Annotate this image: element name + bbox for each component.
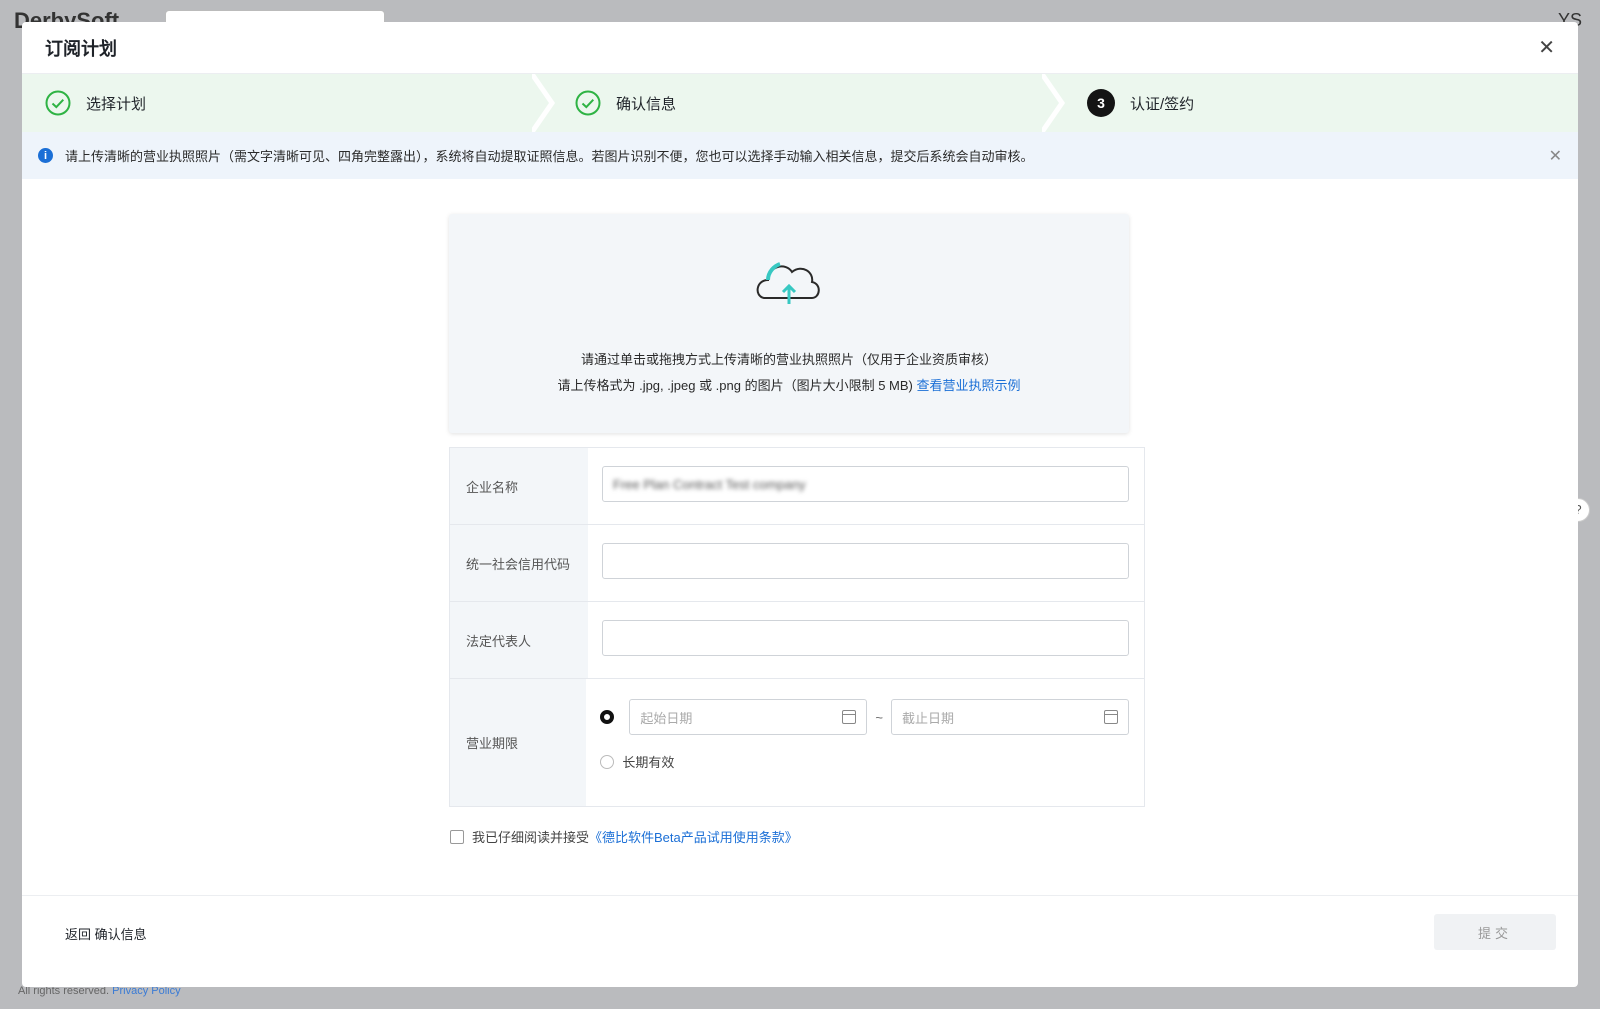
form-row-company: 企业名称 Free Plan Contract Test company <box>450 448 1144 525</box>
company-name-label: 企业名称 <box>450 448 588 524</box>
check-circle-icon <box>45 90 71 116</box>
check-circle-icon <box>575 90 601 116</box>
step-label: 认证/签约 <box>1130 95 1195 113</box>
upload-dropzone[interactable]: 请通过单击或拖拽方式上传清晰的营业执照照片（仅用于企业资质审核） 请上传格式为 … <box>449 214 1129 433</box>
agreement-checkbox[interactable] <box>450 829 464 844</box>
modal-title: 订阅计划 <box>45 38 117 59</box>
step-certify-sign: 3 认证/签约 <box>1062 74 1194 132</box>
calendar-icon <box>842 710 857 724</box>
date-range-row: 起始日期 ~ 截止日期 <box>600 699 1129 735</box>
legal-rep-label: 法定代表人 <box>450 602 588 678</box>
date-range-radio[interactable] <box>600 710 615 724</box>
agreement-row: 我已仔细阅读并接受 《德比软件Beta产品试用使用条款》 <box>450 827 798 846</box>
long-term-row: 长期有效 <box>600 752 1129 771</box>
long-term-radio[interactable] <box>600 754 615 769</box>
view-sample-link[interactable]: 查看营业执照示例 <box>917 378 1021 393</box>
modal-footer: 返回 确认信息 提交 <box>22 895 1578 987</box>
calendar-icon <box>1104 710 1118 724</box>
company-name-value: Free Plan Contract Test company <box>613 476 806 492</box>
modal-header: 订阅计划 ✕ <box>22 22 1578 74</box>
close-alert-icon[interactable]: ✕ <box>1549 146 1562 166</box>
start-date-picker[interactable]: 起始日期 <box>629 699 868 735</box>
date-separator: ~ <box>875 709 883 725</box>
step-confirm-info: 确认信息 <box>552 74 1062 132</box>
step-label: 确认信息 <box>616 95 677 113</box>
info-alert: i 请上传清晰的营业执照照片（需文字清晰可见、四角完整露出），系统将自动提取证照… <box>22 132 1578 179</box>
step-select-plan: 选择计划 <box>22 74 552 132</box>
form-row-business-term: 营业期限 起始日期 ~ 截止日期 长期有效 <box>450 679 1144 806</box>
cloud-upload-icon <box>756 262 820 304</box>
form-row-legal-rep: 法定代表人 <box>450 602 1144 679</box>
terms-link[interactable]: 《德比软件Beta产品试用使用条款》 <box>589 827 798 846</box>
form-row-credit-code: 统一社会信用代码 <box>450 525 1144 602</box>
alert-text: 请上传清晰的营业执照照片（需文字清晰可见、四角完整露出），系统将自动提取证照信息… <box>65 149 1034 164</box>
legal-rep-input[interactable] <box>602 620 1129 656</box>
subscription-modal: 订阅计划 ✕ 选择计划 确认信息 3 认证/签约 i 请上传清晰的营业执照照片（… <box>22 22 1578 987</box>
long-term-label: 长期有效 <box>622 755 675 770</box>
end-date-picker[interactable]: 截止日期 <box>891 699 1129 735</box>
agreement-text: 我已仔细阅读并接受 <box>472 830 590 845</box>
back-button[interactable]: 返回 确认信息 <box>65 924 147 943</box>
credit-code-label: 统一社会信用代码 <box>450 525 588 601</box>
info-icon: i <box>38 148 53 163</box>
business-term-label: 营业期限 <box>450 679 587 806</box>
stepper: 选择计划 确认信息 3 认证/签约 <box>22 74 1578 132</box>
company-name-input[interactable]: Free Plan Contract Test company <box>602 466 1129 502</box>
company-form: 企业名称 Free Plan Contract Test company 统一社… <box>449 447 1145 807</box>
start-date-placeholder: 起始日期 <box>640 710 693 726</box>
step-number: 3 <box>1087 89 1115 117</box>
upload-format-hint: 请上传格式为 .jpg, .jpeg 或 .png 的图片（图片大小限制 5 M… <box>449 375 1129 394</box>
submit-button[interactable]: 提交 <box>1434 914 1556 950</box>
upload-instruction: 请通过单击或拖拽方式上传清晰的营业执照照片（仅用于企业资质审核） <box>580 352 997 367</box>
upload-format-text: 请上传格式为 .jpg, .jpeg 或 .png 的图片（图片大小限制 5 M… <box>557 378 913 393</box>
close-icon[interactable]: ✕ <box>1538 38 1555 58</box>
credit-code-input[interactable] <box>602 543 1129 579</box>
step-label: 选择计划 <box>86 95 147 113</box>
end-date-placeholder: 截止日期 <box>902 710 955 726</box>
